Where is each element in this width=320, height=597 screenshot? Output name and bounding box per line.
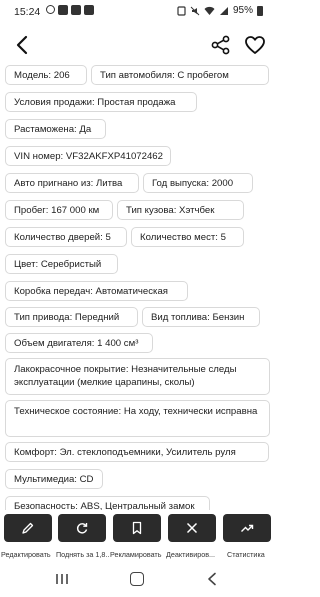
whatsapp-icon (46, 5, 55, 14)
chip-drive-type: Тип привода: Передний (5, 307, 138, 327)
refresh-icon (76, 523, 88, 534)
chip-year: Год выпуска: 2000 (143, 173, 253, 193)
statistics-label: Статистика (227, 550, 265, 559)
chip-sale-conditions: Условия продажи: Простая продажа (5, 92, 197, 112)
system-icons: 95% (177, 5, 263, 16)
edit-label: Редактировать (1, 550, 51, 559)
app-icon (58, 5, 68, 15)
battery-icon (257, 5, 263, 16)
pencil-icon (22, 522, 34, 534)
status-bar: 15:24 95% (0, 0, 275, 24)
sim-icon (177, 5, 186, 16)
back-icon[interactable] (206, 572, 218, 586)
chip-customs: Растаможена: Да (5, 119, 106, 139)
bookmark-icon (132, 521, 142, 535)
mute-icon (190, 6, 200, 15)
deactivate-button[interactable] (168, 514, 216, 542)
back-arrow-icon[interactable] (12, 34, 34, 56)
characteristics-list: Модель: 206 Тип автомобиля: С пробегом У… (0, 62, 275, 510)
battery-percent: 95% (232, 5, 253, 16)
chip-doors: Количество дверей: 5 (5, 227, 127, 247)
deactivate-label: Деактивиров... (166, 550, 216, 559)
notification-icons (46, 5, 94, 15)
raise-label: Поднять за 1,8... (56, 550, 110, 559)
statistics-button[interactable] (223, 514, 271, 542)
chip-vin: VIN номер: VF32AKFXP41072462 (5, 146, 171, 166)
trending-up-icon (241, 524, 254, 532)
app-icon (84, 5, 94, 15)
chip-safety: Безопасность: ABS, Центральный замок (5, 496, 210, 510)
edit-button[interactable] (4, 514, 52, 542)
chip-comfort: Комфорт: Эл. стеклоподъемники, Усилитель… (5, 442, 269, 462)
chip-paint-condition: Лакокрасочное покрытие: Незначительные с… (5, 358, 270, 395)
chip-car-type: Тип автомобиля: С пробегом (91, 65, 269, 85)
wifi-icon (204, 6, 215, 15)
app-bar (0, 30, 275, 62)
system-nav-bar (0, 566, 275, 597)
status-time: 15:24 (14, 6, 41, 18)
chip-technical-condition: Техническое состояние: На ходу, техничес… (5, 400, 270, 437)
chip-model: Модель: 206 (5, 65, 87, 85)
chip-fuel-type: Вид топлива: Бензин (142, 307, 260, 327)
chip-transmission: Коробка передач: Автоматическая (5, 281, 188, 301)
raise-button[interactable] (58, 514, 106, 542)
chip-engine-volume: Объем двигателя: 1 400 см³ (5, 333, 153, 353)
chip-imported-from: Авто пригнано из: Литва (5, 173, 139, 193)
chip-mileage: Пробег: 167 000 км (5, 200, 113, 220)
signal-icon (219, 6, 228, 15)
home-icon[interactable] (130, 572, 144, 586)
app-icon (71, 5, 81, 15)
close-icon (186, 522, 198, 534)
share-icon[interactable] (210, 34, 232, 56)
advertise-button[interactable] (113, 514, 161, 542)
chip-color: Цвет: Серебристый (5, 254, 118, 274)
advertise-label: Рекламировать (110, 550, 162, 559)
recents-icon[interactable] (55, 573, 69, 585)
chip-seats: Количество мест: 5 (131, 227, 244, 247)
chip-body-type: Тип кузова: Хэтчбек (117, 200, 244, 220)
action-toolbar: Редактировать Поднять за 1,8... Рекламир… (0, 512, 275, 564)
heart-icon[interactable] (244, 34, 266, 56)
chip-multimedia: Мультимедиа: CD (5, 469, 103, 489)
